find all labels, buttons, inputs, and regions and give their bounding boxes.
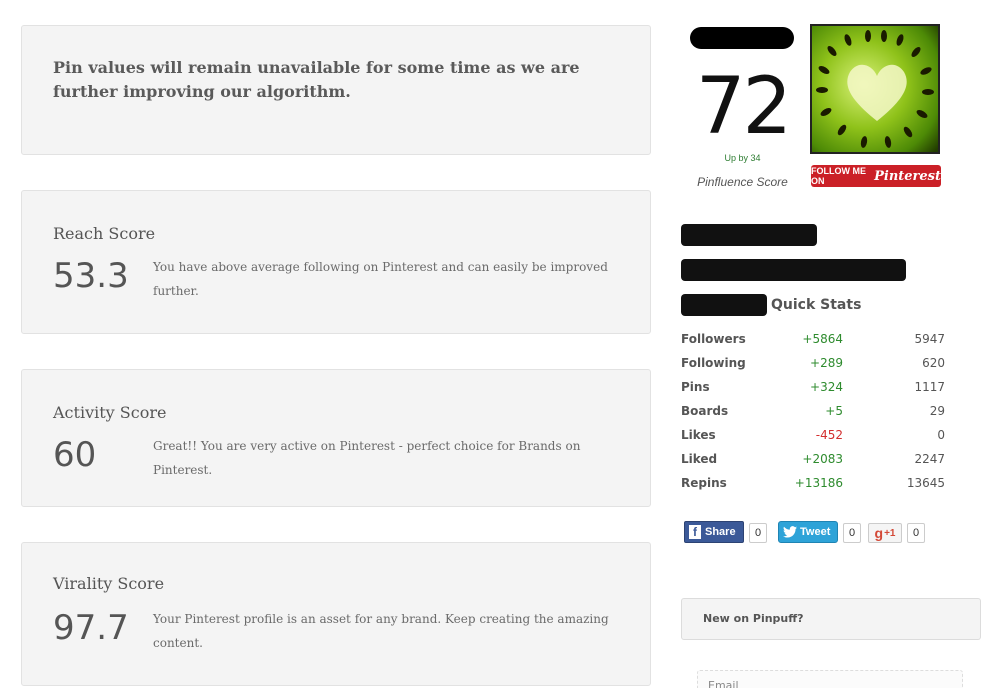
twitter-tweet-count: 0 <box>843 523 861 543</box>
pinterest-logo-text: Pinterest <box>874 168 941 184</box>
virality-score-description: Your Pinterest profile is an asset for a… <box>153 612 609 650</box>
google-plus-one-button[interactable]: g +1 <box>868 523 902 543</box>
google-plus-count: 0 <box>907 523 925 543</box>
reach-score-description: You have above average following on Pint… <box>153 260 608 298</box>
google-plus-icon: g <box>874 525 884 541</box>
stat-label: Boards <box>681 404 729 418</box>
stat-total: 0 <box>937 428 945 442</box>
activity-score-description: Great!! You are very active on Pinterest… <box>153 439 581 477</box>
redacted-username <box>690 27 794 49</box>
quick-stats-title: Quick Stats <box>771 297 862 313</box>
stat-row-liked: Liked +2083 2247 <box>681 449 951 473</box>
stat-change: +5 <box>825 404 843 418</box>
stat-total: 2247 <box>914 452 945 466</box>
pinfluence-score-label: Pinfluence Score <box>697 175 788 189</box>
redacted-profile-name <box>681 224 817 246</box>
quick-stats-table: Followers +5864 5947 Following +289 620 … <box>681 329 951 497</box>
stat-label: Repins <box>681 476 727 490</box>
stat-change: +324 <box>810 380 843 394</box>
stat-row-repins: Repins +13186 13645 <box>681 473 951 497</box>
google-plus-one-label: +1 <box>884 527 896 539</box>
stat-label: Likes <box>681 428 716 442</box>
activity-score-title: Activity Score <box>53 403 167 422</box>
stat-change: -452 <box>815 428 843 442</box>
stat-total: 620 <box>922 356 945 370</box>
facebook-share-count: 0 <box>749 523 767 543</box>
pinfluence-score-value: 72 <box>695 62 792 152</box>
kiwi-heart-image <box>812 26 938 152</box>
activity-score-value: 60 <box>53 435 97 475</box>
twitter-tweet-label: Tweet <box>800 526 831 538</box>
reach-score-card: Reach Score 53.3 You have above average … <box>21 190 651 334</box>
stat-row-pins: Pins +324 1117 <box>681 377 951 401</box>
stat-label: Followers <box>681 332 746 346</box>
stat-change: +2083 <box>802 452 843 466</box>
follow-button-prefix: FOLLOW ME ON <box>811 166 866 186</box>
twitter-tweet-button[interactable]: Tweet <box>778 521 838 543</box>
stat-row-following: Following +289 620 <box>681 353 951 377</box>
signup-heading: New on Pinpuff? <box>703 612 804 625</box>
email-field[interactable]: Email <box>697 670 963 688</box>
notice-text: Pin values will remain unavailable for s… <box>53 58 580 101</box>
stat-label: Liked <box>681 452 718 466</box>
stat-row-likes: Likes -452 0 <box>681 425 951 449</box>
stat-total: 1117 <box>914 380 945 394</box>
stat-change: +5864 <box>802 332 843 346</box>
stat-row-boards: Boards +5 29 <box>681 401 951 425</box>
virality-score-title: Virality Score <box>53 574 165 593</box>
reach-score-title: Reach Score <box>53 224 156 243</box>
stat-label: Following <box>681 356 746 370</box>
stat-label: Pins <box>681 380 710 394</box>
facebook-icon: f <box>689 525 701 539</box>
redacted-stats-owner <box>681 294 767 316</box>
follow-on-pinterest-button[interactable]: FOLLOW ME ON Pinterest <box>811 165 941 187</box>
stat-change: +289 <box>810 356 843 370</box>
facebook-share-button[interactable]: f Share <box>684 521 744 543</box>
stat-total: 29 <box>929 404 945 418</box>
virality-score-value: 97.7 <box>53 608 129 648</box>
stat-row-followers: Followers +5864 5947 <box>681 329 951 353</box>
notice-panel: Pin values will remain unavailable for s… <box>21 25 651 155</box>
facebook-share-label: Share <box>705 526 736 538</box>
signup-box: New on Pinpuff? <box>681 598 981 640</box>
activity-score-card: Activity Score 60 Great!! You are very a… <box>21 369 651 507</box>
stat-total: 13645 <box>906 476 945 490</box>
profile-avatar[interactable] <box>810 24 940 154</box>
virality-score-card: Virality Score 97.7 Your Pinterest profi… <box>21 542 651 686</box>
score-change-text: Up by 34 <box>724 153 761 163</box>
stat-total: 5947 <box>914 332 945 346</box>
twitter-bird-icon <box>783 526 797 538</box>
reach-score-value: 53.3 <box>53 256 129 296</box>
redacted-profile-url <box>681 259 906 281</box>
stat-change: +13186 <box>794 476 843 490</box>
